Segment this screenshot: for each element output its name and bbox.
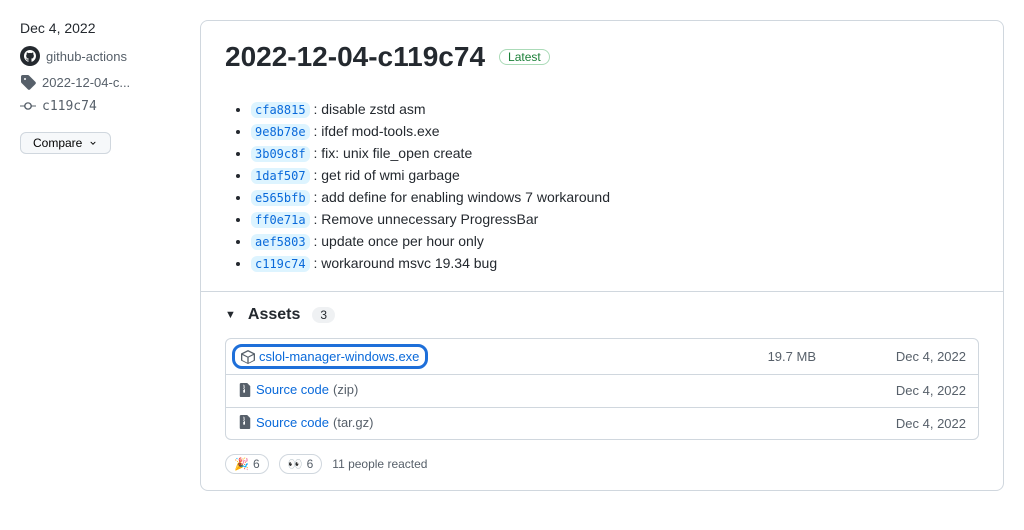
- asset-date: Dec 4, 2022: [876, 349, 966, 364]
- release-commit-row[interactable]: c119c74: [20, 98, 184, 114]
- file-zip-icon: [238, 383, 252, 397]
- reactions-bar: 🎉 6 👀 6 11 people reacted: [225, 440, 979, 474]
- commit-item: 9e8b78e : ifdef mod-tools.exe: [251, 123, 979, 139]
- release-main: 2022-12-04-c119c74 Latest cfa8815 : disa…: [200, 20, 1004, 491]
- file-zip-icon: [238, 415, 252, 429]
- release-actor-row[interactable]: github-actions: [20, 46, 184, 66]
- actor-name[interactable]: github-actions: [46, 49, 127, 64]
- release-date: Dec 4, 2022: [20, 20, 184, 36]
- asset-size: 19.7 MB: [768, 349, 876, 364]
- release-tag[interactable]: 2022-12-04-c...: [42, 75, 130, 90]
- assets-toggle[interactable]: ▼ Assets 3: [225, 292, 979, 338]
- commit-item: aef5803 : update once per hour only: [251, 233, 979, 249]
- release-title[interactable]: 2022-12-04-c119c74: [225, 41, 485, 73]
- asset-row: cslol-manager-windows.exe 19.7 MBDec 4, 2…: [226, 339, 978, 375]
- release-tag-row[interactable]: 2022-12-04-c...: [20, 74, 184, 90]
- caret-down-icon: ▼: [225, 309, 236, 321]
- assets-list: cslol-manager-windows.exe19.7 MBDec 4, 2…: [225, 338, 979, 440]
- asset-link[interactable]: Source code (tar.gz): [238, 415, 373, 433]
- release-commit[interactable]: c119c74: [42, 99, 97, 114]
- commit-item: cfa8815 : disable zstd asm: [251, 101, 979, 117]
- reactions-summary: 11 people reacted: [332, 457, 427, 471]
- asset-row: Source code (zip) Dec 4, 2022: [226, 375, 978, 408]
- asset-row: Source code (tar.gz) Dec 4, 2022: [226, 408, 978, 440]
- commit-item: 1daf507 : get rid of wmi garbage: [251, 167, 979, 183]
- commit-item: e565bfb : add define for enabling window…: [251, 189, 979, 205]
- asset-date: Dec 4, 2022: [876, 383, 966, 398]
- latest-badge: Latest: [499, 49, 550, 65]
- commit-sha[interactable]: cfa8815: [251, 102, 310, 118]
- actor-avatar: [20, 46, 40, 66]
- asset-date: Dec 4, 2022: [876, 416, 966, 431]
- rocket-icon: 🎉: [234, 457, 249, 471]
- commit-list: cfa8815 : disable zstd asm 9e8b78e : ifde…: [225, 101, 979, 271]
- asset-link[interactable]: cslol-manager-windows.exe: [238, 346, 422, 367]
- chevron-down-icon: [88, 138, 98, 148]
- eyes-icon: 👀: [288, 457, 303, 471]
- commit-item: c119c74 : workaround msvc 19.34 bug: [251, 255, 979, 271]
- asset-link[interactable]: Source code (zip): [238, 382, 358, 400]
- compare-label: Compare: [33, 136, 82, 150]
- tag-icon: [20, 74, 36, 90]
- commit-sha[interactable]: ff0e71a: [251, 212, 310, 228]
- package-icon: [241, 350, 255, 364]
- commit-sha[interactable]: 3b09c8f: [251, 146, 310, 162]
- commit-sha[interactable]: 9e8b78e: [251, 124, 310, 140]
- commit-sha[interactable]: aef5803: [251, 234, 310, 250]
- commit-sha[interactable]: 1daf507: [251, 168, 310, 184]
- reaction-count: 6: [253, 457, 260, 471]
- commit-sha[interactable]: e565bfb: [251, 190, 310, 206]
- release-sidebar: Dec 4, 2022 github-actions 2022-12-04-c.…: [20, 20, 200, 491]
- commit-icon: [20, 98, 36, 114]
- assets-heading: Assets: [248, 306, 300, 324]
- commit-sha[interactable]: c119c74: [251, 256, 310, 272]
- reaction-count: 6: [307, 457, 314, 471]
- commit-item: 3b09c8f : fix: unix file_open create: [251, 145, 979, 161]
- reaction-eyes[interactable]: 👀 6: [279, 454, 323, 474]
- assets-count: 3: [312, 307, 335, 323]
- compare-button[interactable]: Compare: [20, 132, 111, 154]
- reaction-rocket[interactable]: 🎉 6: [225, 454, 269, 474]
- commit-item: ff0e71a : Remove unnecessary ProgressBar: [251, 211, 979, 227]
